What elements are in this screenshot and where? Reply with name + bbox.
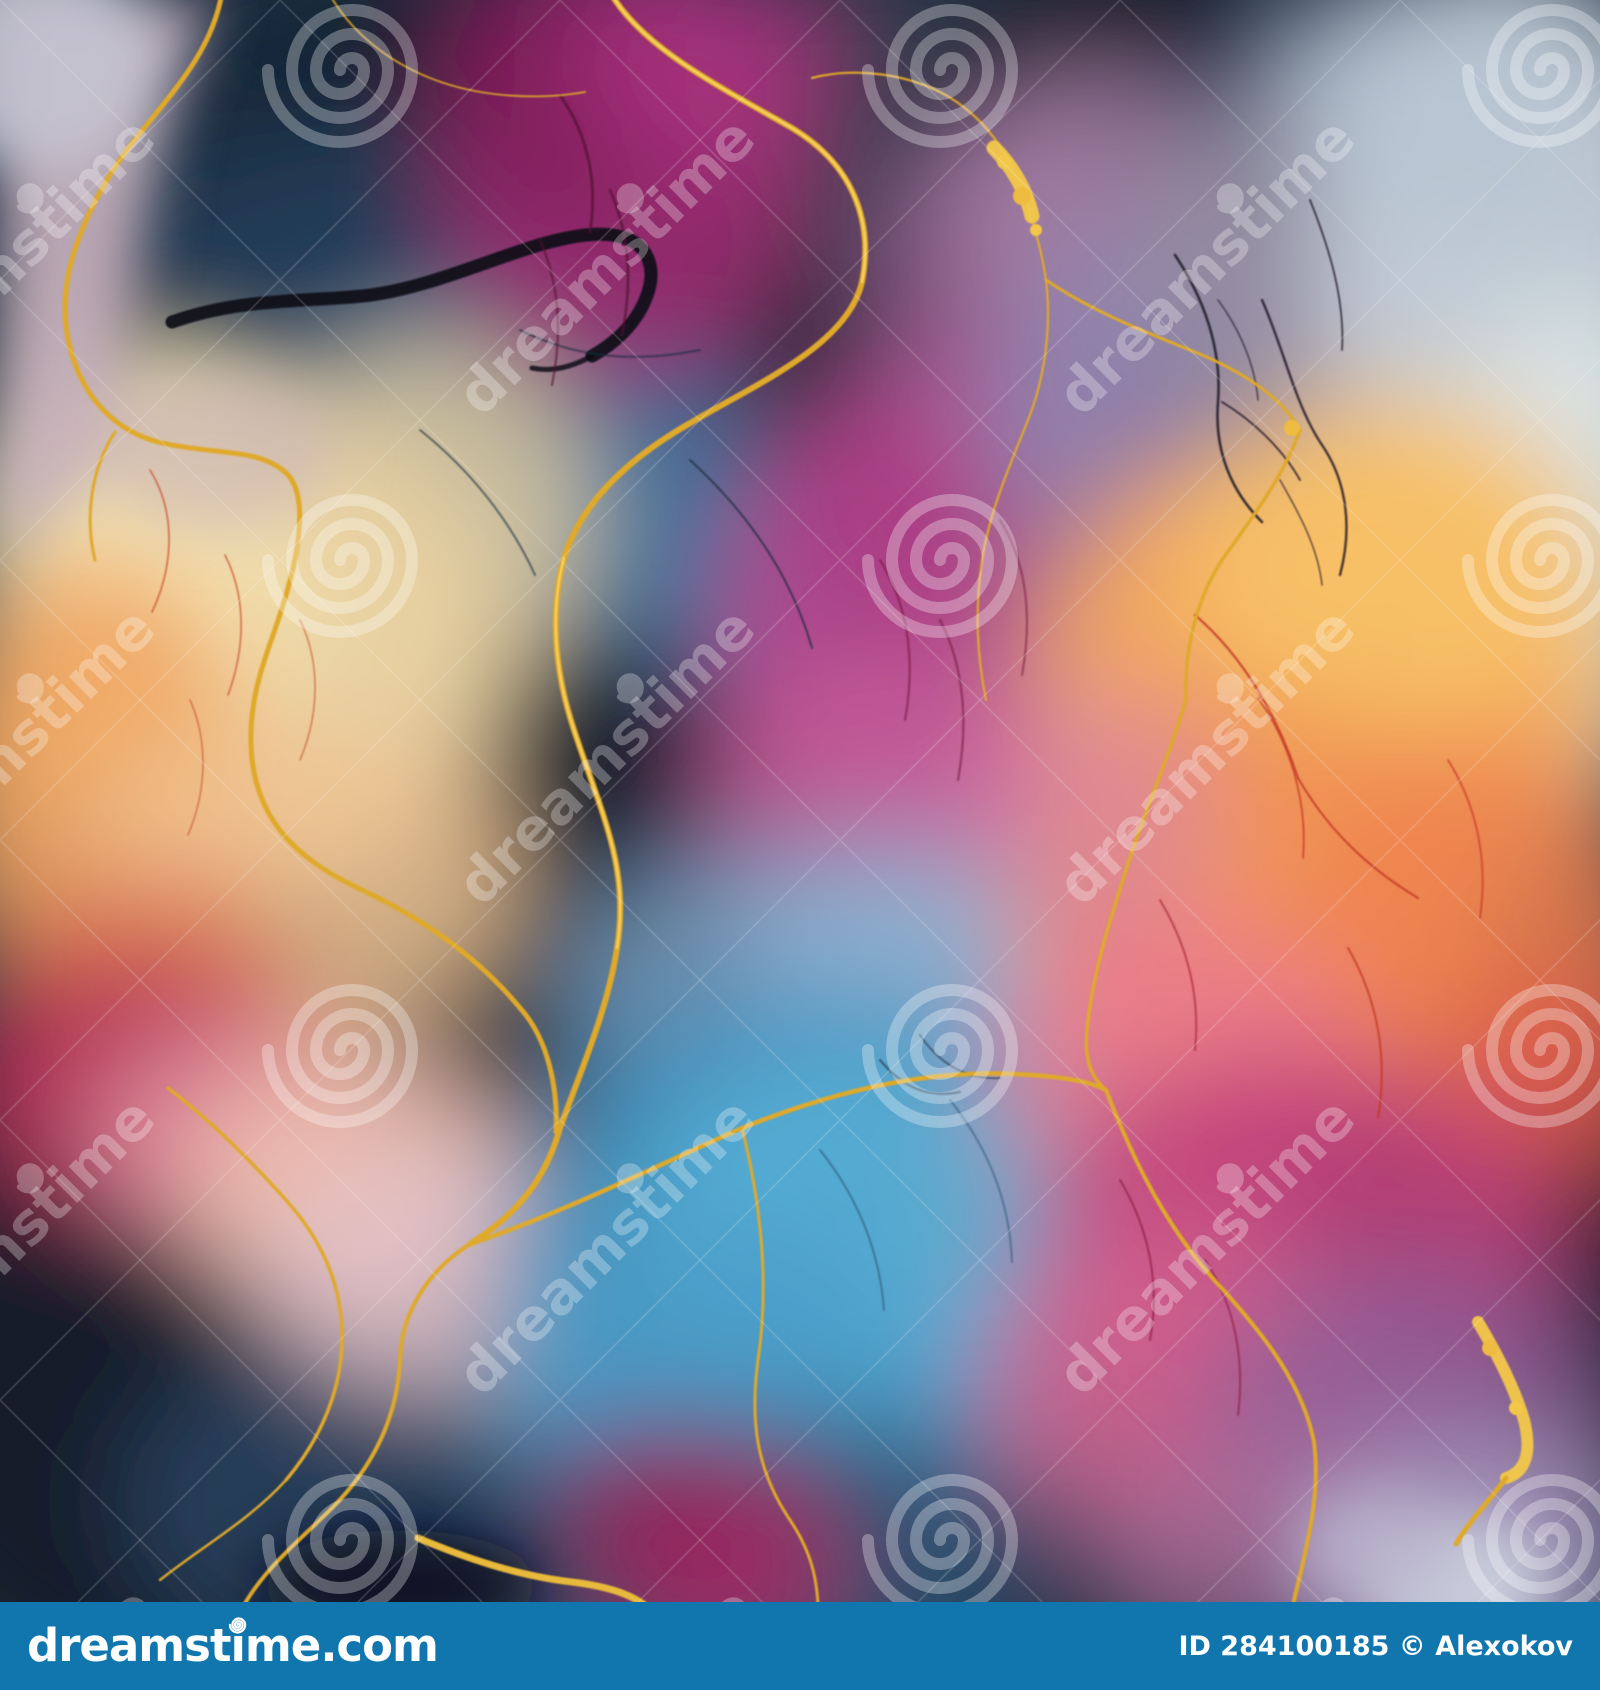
dreamstime-logo: dreamst ıme.com xyxy=(27,1602,439,1690)
logo-letter-i: ı xyxy=(229,1602,247,1690)
spiral-icon xyxy=(229,1617,247,1634)
artwork-canvas: dreamstime xyxy=(0,0,1600,1602)
logo-text-suffix: me.com xyxy=(244,1619,439,1672)
alcohol-ink-artwork: dreamstime xyxy=(0,0,1600,1602)
image-id-credit: ID 284100185 © Alexokov xyxy=(1178,1630,1573,1662)
stock-photo-preview: dreamst ime xyxy=(0,0,1600,1690)
watermark-brand-overlay xyxy=(0,0,1600,1602)
logo-text-prefix: dreamst xyxy=(27,1619,231,1672)
dreamstime-footer-bar: dreamst ıme.com ID 284100185 © Alexokov xyxy=(0,1602,1600,1690)
